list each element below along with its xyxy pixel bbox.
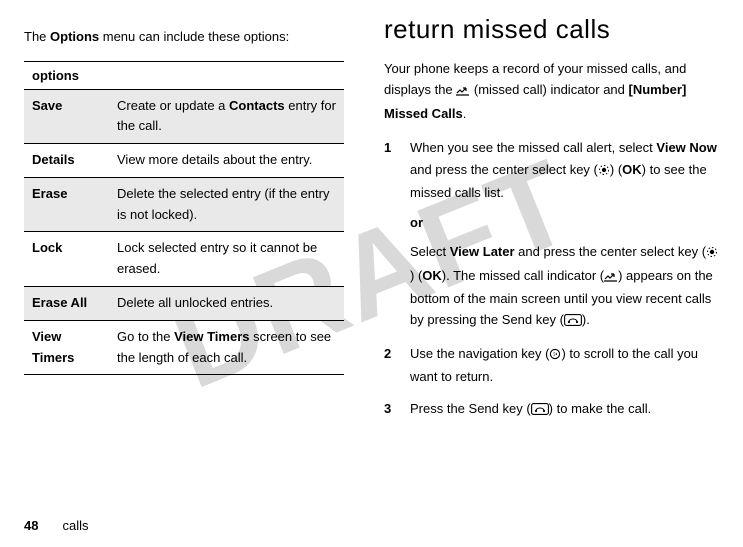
text: When you see the missed call alert, sele… xyxy=(410,140,656,155)
right-column: return missed calls Your phone keeps a r… xyxy=(384,14,719,431)
send-key-icon xyxy=(531,400,549,421)
options-table-header: options xyxy=(24,61,344,89)
view-now-label: View Now xyxy=(656,140,716,155)
options-intro: The Options menu can include these optio… xyxy=(24,27,344,47)
footer-section: calls xyxy=(62,518,88,533)
text: and press the center select key ( xyxy=(410,162,598,177)
desc-bold: View Timers xyxy=(174,329,249,344)
desc-text: Go to the xyxy=(117,329,174,344)
table-row: Erase All Delete all unlocked entries. xyxy=(24,287,344,321)
missed-call-icon xyxy=(456,81,470,102)
desc-text: Create or update a xyxy=(117,98,229,113)
text: . xyxy=(463,106,467,121)
text: Use the navigation key ( xyxy=(410,346,549,361)
page-footer: 48 calls xyxy=(24,518,88,533)
option-name: Erase All xyxy=(24,287,109,321)
left-column: The Options menu can include these optio… xyxy=(24,14,344,431)
option-name: Details xyxy=(24,144,109,178)
text: ) to make the call. xyxy=(549,401,652,416)
table-row: Details View more details about the entr… xyxy=(24,144,344,178)
table-row: View Timers Go to the View Timers screen… xyxy=(24,320,344,375)
option-name: Save xyxy=(24,89,109,144)
step-item: 1 When you see the missed call alert, se… xyxy=(384,137,719,333)
option-name: Erase xyxy=(24,177,109,232)
text: and press the center select key ( xyxy=(515,244,706,259)
intro-menu-name: Options xyxy=(50,29,99,44)
option-name: Lock xyxy=(24,232,109,287)
text: Press the Send key ( xyxy=(410,401,531,416)
option-desc: Delete all unlocked entries. xyxy=(109,287,344,321)
option-desc: Delete the selected entry (if the entry … xyxy=(109,177,344,232)
center-select-key-icon xyxy=(598,161,610,182)
text: ) ( xyxy=(410,268,422,283)
send-key-icon xyxy=(564,311,582,332)
option-desc: Create or update a Contacts entry for th… xyxy=(109,89,344,144)
step-body: Use the navigation key () to scroll to t… xyxy=(410,343,719,388)
text: Select xyxy=(410,244,450,259)
text: ) ( xyxy=(610,162,622,177)
text: (missed call) indicator and xyxy=(474,82,629,97)
step-item: 3 Press the Send key ( ) to make the call… xyxy=(384,398,719,421)
missed-call-icon xyxy=(604,267,618,288)
option-name: View Timers xyxy=(24,320,109,375)
text: ). The missed call indicator ( xyxy=(442,268,604,283)
ok-label: OK xyxy=(422,268,442,283)
option-desc: Lock selected entry so it cannot be eras… xyxy=(109,232,344,287)
step-body: Press the Send key ( ) to make the call. xyxy=(410,398,719,421)
intro-text-pre: The xyxy=(24,29,50,44)
step-number: 2 xyxy=(384,343,396,388)
step-item: 2 Use the navigation key () to scroll to… xyxy=(384,343,719,388)
or-separator: or xyxy=(410,212,719,233)
page-number: 48 xyxy=(24,518,38,533)
step-number: 1 xyxy=(384,137,396,333)
table-row: Erase Delete the selected entry (if the … xyxy=(24,177,344,232)
step-body: When you see the missed call alert, sele… xyxy=(410,137,719,333)
step-number: 3 xyxy=(384,398,396,421)
option-desc: View more details about the entry. xyxy=(109,144,344,178)
ok-label: OK xyxy=(622,162,642,177)
text: ). xyxy=(582,312,590,327)
options-table: options Save Create or update a Contacts… xyxy=(24,61,344,376)
navigation-key-icon xyxy=(549,345,561,366)
steps-list: 1 When you see the missed call alert, se… xyxy=(384,137,719,421)
intro-paragraph: Your phone keeps a record of your missed… xyxy=(384,58,719,124)
desc-bold: Contacts xyxy=(229,98,285,113)
section-heading: return missed calls xyxy=(384,14,719,45)
table-row: Lock Lock selected entry so it cannot be… xyxy=(24,232,344,287)
view-later-label: View Later xyxy=(450,244,515,259)
intro-text-post: menu can include these options: xyxy=(99,29,289,44)
table-row: Save Create or update a Contacts entry f… xyxy=(24,89,344,144)
option-desc: Go to the View Timers screen to see the … xyxy=(109,320,344,375)
center-select-key-icon xyxy=(706,243,718,264)
page-content: The Options menu can include these optio… xyxy=(0,0,743,431)
